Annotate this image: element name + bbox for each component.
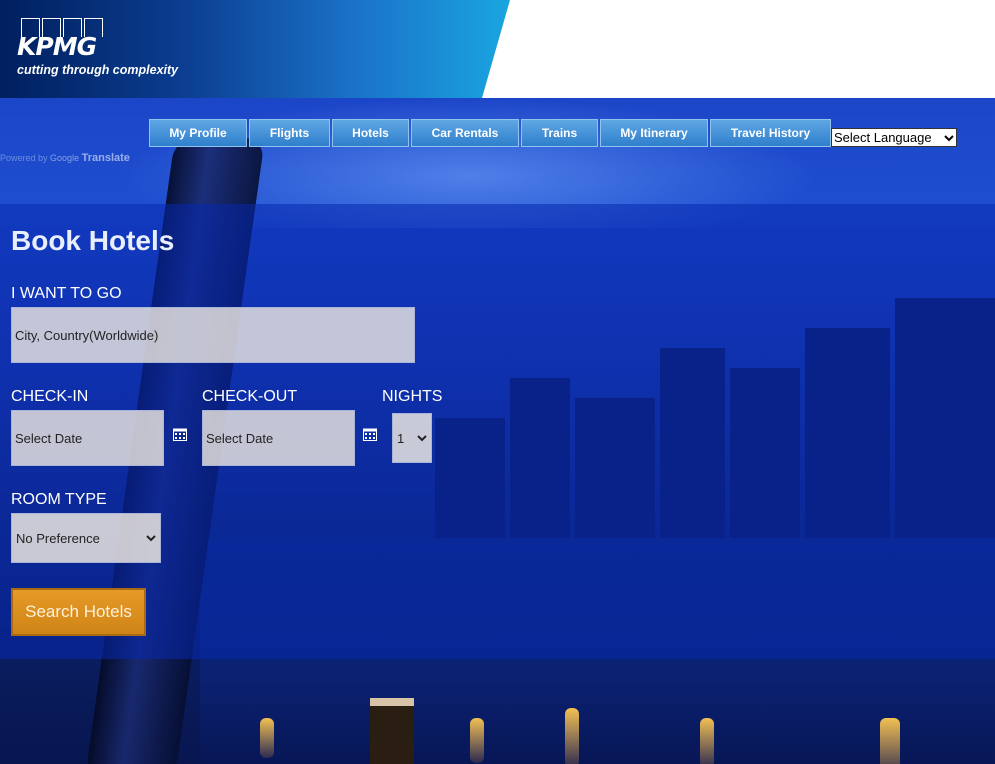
destination-input[interactable]: City, Country(Worldwide) xyxy=(11,307,415,363)
calendar-icon[interactable] xyxy=(363,427,377,441)
nav-hotels[interactable]: Hotels xyxy=(332,119,409,147)
room-type-select[interactable]: No Preference xyxy=(11,513,161,563)
chevron-down-icon xyxy=(146,535,156,542)
language-select[interactable]: Select Language xyxy=(831,128,957,147)
page-title: Book Hotels xyxy=(11,225,175,256)
kpmg-logo[interactable]: KPMG cutting through complexity xyxy=(17,18,179,82)
logo-tagline: cutting through complexity xyxy=(17,63,179,77)
nav-flights[interactable]: Flights xyxy=(249,119,330,147)
header: KPMG cutting through complexity xyxy=(0,0,995,98)
nights-value: 1 xyxy=(397,430,405,446)
calendar-icon[interactable] xyxy=(173,427,187,441)
main-nav: My Profile Flights Hotels Car Rentals Tr… xyxy=(149,119,831,147)
nav-travel-history[interactable]: Travel History xyxy=(710,119,831,147)
nav-my-profile[interactable]: My Profile xyxy=(149,119,247,147)
search-hotels-button[interactable]: Search Hotels xyxy=(11,588,146,636)
room-type-label: ROOM TYPE xyxy=(11,491,107,508)
checkin-date-input[interactable]: Select Date xyxy=(11,410,164,466)
room-type-value: No Preference xyxy=(16,530,100,546)
checkout-date-input[interactable]: Select Date xyxy=(202,410,355,466)
nav-my-itinerary[interactable]: My Itinerary xyxy=(600,119,708,147)
google-text: Google xyxy=(50,153,80,163)
chevron-down-icon xyxy=(944,134,954,141)
google-translate-attribution: Powered by Google Translate xyxy=(0,152,130,164)
destination-label: I WANT TO GO xyxy=(11,285,122,302)
nights-select[interactable]: 1 xyxy=(392,413,432,463)
checkin-label: CHECK-IN xyxy=(11,388,89,405)
powered-by-text: Powered by xyxy=(0,153,48,163)
translate-link[interactable]: Translate xyxy=(82,152,130,164)
checkout-label: CHECK-OUT xyxy=(202,388,298,405)
mooring-post xyxy=(370,698,414,764)
logo-wordmark: KPMG xyxy=(17,32,97,61)
nav-trains[interactable]: Trains xyxy=(521,119,598,147)
chevron-down-icon xyxy=(417,435,427,442)
nights-label: NIGHTS xyxy=(382,388,443,405)
nav-car-rentals[interactable]: Car Rentals xyxy=(411,119,519,147)
language-select-label: Select Language xyxy=(834,130,932,145)
